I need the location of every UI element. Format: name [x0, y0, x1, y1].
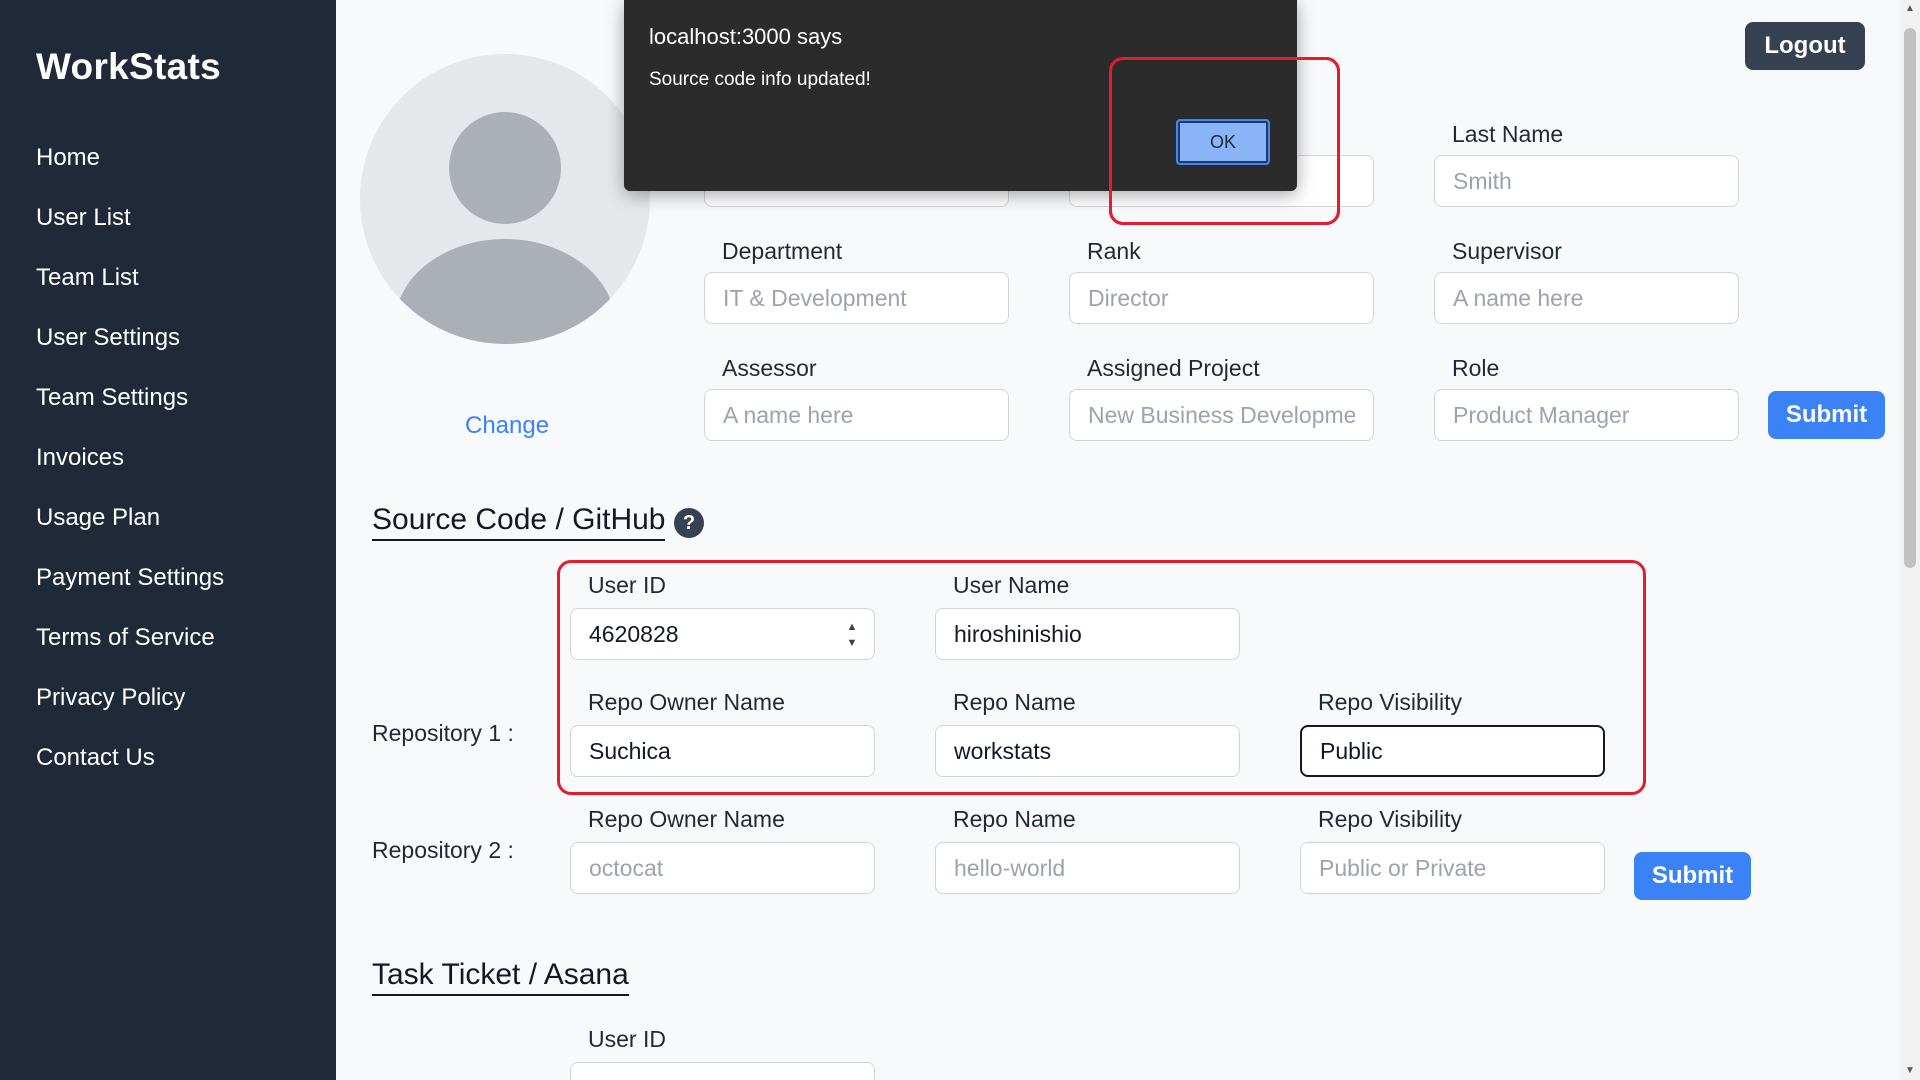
- role-field[interactable]: [1434, 389, 1739, 441]
- asana-user-id-label: User ID: [588, 1026, 666, 1052]
- repo1-owner-label: Repo Owner Name: [588, 689, 785, 715]
- alert-dialog: localhost:3000 says Source code info upd…: [624, 0, 1297, 191]
- scroll-thumb[interactable]: [1904, 28, 1916, 568]
- rank-field[interactable]: [1069, 272, 1374, 324]
- assessor-label: Assessor: [722, 355, 817, 381]
- sidebar-item-privacy-policy[interactable]: Privacy Policy: [36, 678, 224, 738]
- repo1-visibility-field[interactable]: [1300, 725, 1605, 777]
- dialog-ok-button[interactable]: OK: [1176, 119, 1270, 165]
- department-label: Department: [722, 238, 843, 264]
- scroll-down-icon[interactable]: ▼: [1900, 1062, 1920, 1080]
- github-user-id-value: 4620828: [589, 621, 679, 647]
- dialog-title: localhost:3000 says: [649, 24, 843, 49]
- scroll-up-icon[interactable]: ▲: [1900, 0, 1920, 18]
- number-stepper[interactable]: ▲ ▼: [842, 619, 862, 651]
- sidebar-item-terms-of-service[interactable]: Terms of Service: [36, 618, 224, 678]
- avatar-body-shape: [395, 239, 615, 344]
- repository-1-label: Repository 1 :: [372, 720, 514, 746]
- repo2-visibility-field[interactable]: [1300, 842, 1605, 894]
- github-user-id-label: User ID: [588, 572, 666, 598]
- avatar: [360, 54, 650, 344]
- github-user-id-field[interactable]: 4620828 ▲ ▼: [570, 608, 875, 660]
- task-ticket-section-title: Task Ticket / Asana: [372, 958, 629, 996]
- sidebar-nav: Home User List Team List User Settings T…: [36, 138, 224, 798]
- github-user-name-field[interactable]: [935, 608, 1240, 660]
- assigned-project-label: Assigned Project: [1087, 355, 1260, 381]
- profile-submit-button[interactable]: Submit: [1768, 391, 1885, 439]
- stepper-up-icon[interactable]: ▲: [842, 619, 862, 635]
- sidebar-item-payment-settings[interactable]: Payment Settings: [36, 558, 224, 618]
- sidebar-item-invoices[interactable]: Invoices: [36, 438, 224, 498]
- assessor-field[interactable]: [704, 389, 1009, 441]
- github-user-name-label: User Name: [953, 572, 1070, 598]
- repo1-name-field[interactable]: [935, 725, 1240, 777]
- logout-button[interactable]: Logout: [1745, 22, 1865, 70]
- last-name-label: Last Name: [1452, 121, 1564, 147]
- repo2-owner-field[interactable]: [570, 842, 875, 894]
- dialog-message: Source code info updated!: [649, 69, 871, 90]
- role-label: Role: [1452, 355, 1500, 381]
- change-avatar-link[interactable]: Change: [465, 412, 549, 440]
- last-name-field[interactable]: [1434, 155, 1739, 207]
- help-icon[interactable]: ?: [674, 508, 704, 538]
- stepper-down-icon[interactable]: ▼: [842, 635, 862, 651]
- sidebar-item-contact-us[interactable]: Contact Us: [36, 738, 224, 798]
- repo1-owner-field[interactable]: [570, 725, 875, 777]
- source-code-section-title: Source Code / GitHub: [372, 503, 666, 541]
- asana-user-id-field[interactable]: [570, 1062, 875, 1080]
- sidebar-item-user-list[interactable]: User List: [36, 198, 224, 258]
- department-field[interactable]: [704, 272, 1009, 324]
- repo2-name-field[interactable]: [935, 842, 1240, 894]
- repo2-name-label: Repo Name: [953, 806, 1076, 832]
- page-scrollbar[interactable]: ▲ ▼: [1900, 0, 1920, 1080]
- sidebar-item-user-settings[interactable]: User Settings: [36, 318, 224, 378]
- repository-2-label: Repository 2 :: [372, 837, 514, 863]
- source-code-submit-button[interactable]: Submit: [1634, 852, 1751, 900]
- sidebar: WorkStats Home User List Team List User …: [0, 0, 336, 1080]
- sidebar-item-usage-plan[interactable]: Usage Plan: [36, 498, 224, 558]
- sidebar-item-team-settings[interactable]: Team Settings: [36, 378, 224, 438]
- avatar-head-shape: [449, 112, 561, 224]
- sidebar-item-home[interactable]: Home: [36, 138, 224, 198]
- supervisor-field[interactable]: [1434, 272, 1739, 324]
- repo2-visibility-label: Repo Visibility: [1318, 806, 1463, 832]
- assigned-project-field[interactable]: [1069, 389, 1374, 441]
- repo2-owner-label: Repo Owner Name: [588, 806, 785, 832]
- repo1-visibility-label: Repo Visibility: [1318, 689, 1463, 715]
- supervisor-label: Supervisor: [1452, 238, 1562, 264]
- repo1-name-label: Repo Name: [953, 689, 1076, 715]
- sidebar-item-team-list[interactable]: Team List: [36, 258, 224, 318]
- brand-logo: WorkStats: [36, 46, 222, 87]
- rank-label: Rank: [1087, 238, 1141, 264]
